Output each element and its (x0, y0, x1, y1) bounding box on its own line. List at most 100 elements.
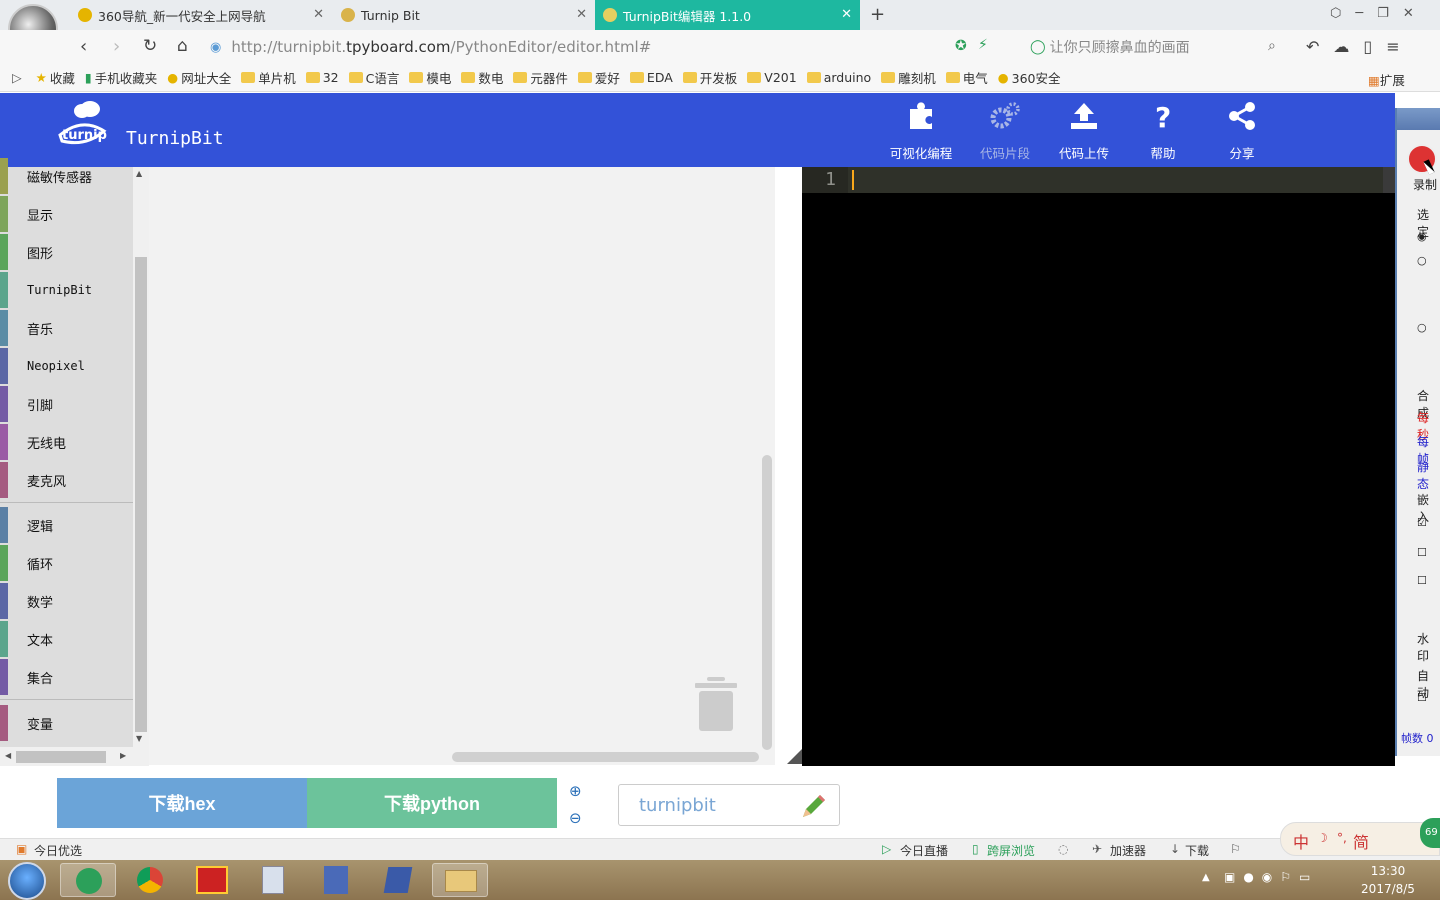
category-microphone[interactable]: 麦克风 (0, 462, 133, 498)
download-python-button[interactable]: 下载python (307, 778, 557, 828)
tray-icons[interactable]: ▣●◉⚐▭ (1224, 870, 1318, 884)
scroll-up-icon[interactable]: ▲ (136, 169, 142, 178)
bookmark-360-safe[interactable]: ● 360安全 (998, 68, 1061, 87)
splitter[interactable] (775, 167, 802, 765)
bookmark-folder[interactable]: 32 (305, 70, 339, 85)
category-math[interactable]: 数学 (0, 583, 133, 619)
taskbar-chrome[interactable] (122, 863, 178, 897)
flag-icon[interactable]: ⚐ (1230, 842, 1241, 856)
scroll-down-icon[interactable]: ▼ (136, 734, 142, 743)
toolbox-hscrollbar[interactable]: ◀ ▶ (0, 747, 149, 767)
bookmark-folder[interactable]: 元器件 (513, 68, 568, 87)
shield-icon[interactable]: ✪ (955, 38, 967, 54)
bookmark-folder[interactable]: 数电 (461, 68, 503, 87)
taskbar-app[interactable] (184, 863, 240, 897)
taskbar-explorer[interactable] (432, 863, 488, 897)
code-editor[interactable] (802, 167, 1395, 766)
window-controls[interactable]: ⬡─❐✕ (1330, 6, 1428, 21)
radio-icon[interactable]: ○ (1417, 254, 1427, 267)
bookmark-mobile[interactable]: ▮ 手机收藏夹 (85, 68, 157, 87)
blocks-workspace[interactable] (149, 167, 775, 765)
toolbox-scrollbar[interactable]: ▲ ▼ (133, 167, 149, 747)
workspace-vscroll[interactable] (762, 455, 772, 750)
category-variables[interactable]: 变量 (0, 705, 133, 741)
share-button[interactable]: 分享 (1203, 97, 1281, 163)
code-upload-button[interactable]: 代码上传 (1045, 97, 1123, 163)
tab-360-nav[interactable]: 360导航_新一代安全上网导航 ✕ (70, 0, 332, 30)
reload-icon[interactable]: ↻ (143, 36, 157, 56)
category-lists[interactable]: 集合 (0, 659, 133, 695)
bookmark-folder[interactable]: 模电 (409, 68, 451, 87)
home-icon[interactable]: ⌂ (177, 36, 188, 56)
toolbar-icons[interactable]: ↶☁▯≡ (1306, 37, 1414, 56)
category-radio[interactable]: 无线电 (0, 424, 133, 460)
bookmark-folder[interactable]: 雕刻机 (881, 68, 936, 87)
taskbar-360-browser[interactable] (60, 863, 116, 897)
workspace-hscroll[interactable] (452, 752, 759, 762)
sidebar-toggle-icon[interactable]: ▷ (12, 70, 22, 85)
scroll-thumb[interactable] (135, 257, 147, 732)
panel-titlebar[interactable] (1397, 108, 1440, 130)
scroll-left-icon[interactable]: ◀ (5, 751, 11, 760)
start-button[interactable] (8, 862, 46, 900)
radio-icon[interactable]: ○ (1417, 321, 1427, 334)
category-text[interactable]: 文本 (0, 621, 133, 657)
taskbar-calculator[interactable] (246, 863, 302, 897)
bookmark-favorites[interactable]: ★ 收藏 (36, 68, 75, 87)
checkbox-icon[interactable]: ☐ (1417, 691, 1427, 704)
bookmark-folder[interactable]: 爱好 (577, 68, 620, 87)
zoom-in-icon[interactable]: ⊕ (569, 782, 582, 800)
category-pins[interactable]: 引脚 (0, 386, 133, 422)
resize-handle-icon[interactable] (787, 749, 802, 764)
downloads-link[interactable]: 下载 (1185, 842, 1209, 859)
bookmark-folder[interactable]: C语言 (348, 68, 399, 87)
category-neopixel[interactable]: Neopixel (0, 348, 133, 384)
download-hex-button[interactable]: 下载hex (57, 778, 307, 828)
help-button[interactable]: ? 帮助 (1124, 97, 1202, 163)
bookmark-sites[interactable]: ● 网址大全 (167, 68, 231, 87)
forward-icon[interactable]: › (113, 36, 120, 57)
search-input[interactable]: ◯ 让你只顾擦鼻血的画面 (1030, 35, 1290, 59)
bookmark-folder[interactable]: V201 (747, 70, 797, 85)
visual-programming-button[interactable]: 可视化编程 (882, 97, 960, 163)
code-snippets-button[interactable]: 代码片段 (966, 97, 1044, 163)
taskbar-network[interactable] (370, 863, 426, 897)
today-picks[interactable]: 今日优选 (34, 842, 82, 859)
bookmark-folder[interactable]: EDA (629, 70, 673, 85)
trash-icon[interactable] (695, 677, 737, 733)
scroll-right-icon[interactable]: ▶ (120, 751, 126, 760)
search-icon[interactable]: ⌕ (1268, 38, 1276, 54)
static-link[interactable]: 静态 (1417, 458, 1440, 492)
pencil-icon[interactable] (799, 791, 829, 821)
clock-time[interactable]: 13:30 (1362, 864, 1414, 878)
ime-toolbar[interactable]: 中 ☽ °, 简 (1280, 822, 1440, 856)
bookmark-folder[interactable]: arduino (806, 70, 871, 85)
clock-date[interactable]: 2017/8/5 (1356, 882, 1420, 896)
category-display[interactable]: 显示 (0, 196, 133, 232)
category-music[interactable]: 音乐 (0, 310, 133, 346)
category-turnipbit[interactable]: TurnipBit (0, 272, 133, 308)
checkbox-icon[interactable]: ☐ (1417, 574, 1427, 587)
url-field[interactable]: ◉ http://turnipbit. tpyboard.com/PythonEd… (210, 35, 1020, 59)
close-icon[interactable]: ✕ (313, 7, 324, 22)
accelerator-link[interactable]: 加速器 (1110, 842, 1146, 859)
live-link[interactable]: 今日直播 (900, 842, 948, 859)
category-image[interactable]: 图形 (0, 234, 133, 270)
new-tab-button[interactable]: + (870, 4, 885, 25)
close-icon[interactable]: ✕ (841, 7, 852, 22)
close-icon[interactable]: ✕ (576, 7, 587, 22)
lightning-icon[interactable]: ⚡ (978, 37, 988, 53)
bookmark-folder[interactable]: 电气 (945, 68, 988, 87)
cross-screen-link[interactable]: 跨屏浏览 (987, 842, 1035, 859)
radio-icon[interactable]: ◉ (1417, 230, 1427, 243)
category-magnetic-sensor[interactable]: 磁敏传感器 (0, 158, 133, 194)
zoom-out-icon[interactable]: ⊖ (569, 809, 582, 827)
back-icon[interactable]: ‹ (80, 36, 87, 57)
speed-badge[interactable]: 69 (1420, 818, 1440, 848)
bookmark-folder[interactable]: 单片机 (241, 68, 296, 87)
bookmark-folder[interactable]: 开发板 (682, 68, 737, 87)
checkbox-icon[interactable]: ☑ (1417, 516, 1427, 529)
category-logic[interactable]: 逻辑 (0, 507, 133, 543)
checkbox-icon[interactable]: ☐ (1417, 546, 1427, 559)
tab-turnip-bit[interactable]: Turnip Bit ✕ (333, 0, 595, 30)
